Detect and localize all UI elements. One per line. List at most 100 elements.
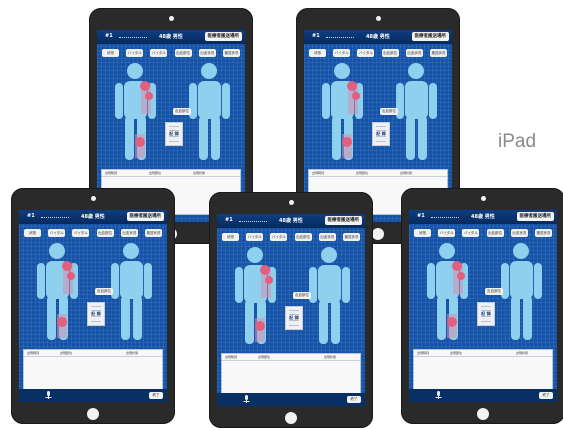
bleeding-marker [67, 272, 75, 280]
tab-button[interactable]: 出血部位 [486, 229, 504, 237]
tab-row: 状態 バイタル バイタル 出血部位 出血状況 搬送状況 [414, 229, 552, 237]
home-button[interactable] [87, 408, 99, 420]
tab-button[interactable]: 搬送状況 [534, 229, 552, 237]
body-figures[interactable]: 出血部位 記 録 [227, 246, 355, 346]
mic-icon[interactable] [243, 395, 250, 404]
home-button[interactable] [477, 408, 489, 420]
bleeding-marker [145, 92, 153, 100]
tab-button[interactable]: バイタル [357, 49, 375, 57]
tab-button[interactable]: 出血部位 [174, 49, 192, 57]
transport-location-button[interactable]: 医療者搬送場所 [324, 216, 362, 225]
tab-button[interactable]: 出血部位 [381, 49, 399, 57]
record-document[interactable]: 記 録 [477, 302, 495, 326]
tab-button[interactable]: バイタル [462, 229, 480, 237]
column-header: 出現部位 [149, 171, 162, 175]
footer-bar: 終了 [409, 389, 557, 402]
tab-button[interactable]: バイタル [270, 233, 288, 241]
tab-button[interactable]: 出血部位 [96, 229, 114, 237]
tab-button[interactable]: 状態 [102, 49, 119, 57]
patient-info: 48歳 男性 [366, 34, 390, 40]
column-header: 出現状態 [193, 171, 206, 175]
bleeding-site-button[interactable]: 出血部位 [95, 288, 113, 295]
mic-icon[interactable] [435, 391, 442, 400]
column-header: 出現状態 [126, 351, 139, 355]
app-header: #1 48歳 男性 医療者搬送場所 [217, 214, 365, 228]
column-header: 出現時刻 [417, 351, 430, 355]
bleeding-marker [255, 321, 265, 331]
transport-location-button[interactable]: 医療者搬送場所 [126, 212, 164, 221]
tab-button[interactable]: バイタル [246, 233, 264, 241]
tab-button[interactable]: 状態 [309, 49, 326, 57]
tab-button[interactable]: 出血状況 [120, 229, 138, 237]
mic-icon[interactable] [45, 391, 52, 400]
bleeding-marker [140, 81, 150, 91]
footer-bar: 終了 [19, 389, 167, 402]
tab-button[interactable]: 状態 [24, 229, 41, 237]
tab-button[interactable]: 出血状況 [405, 49, 423, 57]
tab-button[interactable]: 出血状況 [318, 233, 336, 241]
bleeding-site-button[interactable]: 出血部位 [380, 108, 398, 115]
tab-button[interactable]: バイタル [150, 49, 168, 57]
record-document[interactable]: 記 録 [87, 302, 105, 326]
body-figures[interactable]: 出血部位 記 録 [419, 242, 547, 342]
patient-name-line [326, 37, 354, 38]
back-body-figure [309, 247, 350, 344]
app-header: #1 48歳 男性 医療者搬送場所 [97, 30, 245, 44]
camera-dot [480, 196, 486, 201]
camera-dot [90, 196, 96, 201]
tab-button[interactable]: 出血部位 [294, 233, 312, 241]
body-figures[interactable]: 出血部位 記 録 [29, 242, 157, 342]
home-button[interactable] [372, 228, 384, 240]
finish-button[interactable]: 終了 [539, 392, 553, 399]
body-figures[interactable]: 出血部位 記 録 [107, 62, 235, 162]
tab-button[interactable]: 出血状況 [198, 49, 216, 57]
tab-button[interactable]: 状態 [414, 229, 431, 237]
bleeding-site-button[interactable]: 出血部位 [485, 288, 503, 295]
record-document[interactable]: 記 録 [165, 122, 183, 146]
patient-id: #1 [417, 213, 425, 219]
tab-button[interactable]: 搬送状況 [222, 49, 240, 57]
tab-button[interactable]: 搬送状況 [342, 233, 360, 241]
patient-id: #1 [225, 217, 233, 223]
record-table-header: 出現時刻 出現部位 出現状態 [414, 350, 552, 357]
column-header: 出現時刻 [27, 351, 40, 355]
patient-name-line [431, 217, 459, 218]
tab-button[interactable]: バイタル [72, 229, 90, 237]
home-button[interactable] [285, 412, 297, 424]
finish-button[interactable]: 終了 [149, 392, 163, 399]
app-header: #1 48歳 男性 医療者搬送場所 [409, 210, 557, 224]
platform-label: iPad [498, 131, 537, 152]
column-header: 出現状態 [324, 355, 337, 359]
finish-button[interactable]: 終了 [347, 396, 361, 403]
patient-info: 48歳 男性 [81, 214, 105, 220]
patient-info: 48歳 男性 [159, 34, 183, 40]
record-document[interactable]: 記 録 [285, 306, 303, 330]
record-table-header: 出現時刻 出現部位 出現状態 [102, 170, 240, 177]
patient-name-line [239, 221, 267, 222]
tab-button[interactable]: 出血状況 [510, 229, 528, 237]
bleeding-site-button[interactable]: 出血部位 [173, 108, 191, 115]
app-screen: #1 48歳 男性 医療者搬送場所 状態 バイタル バイタル 出血部位 出血状況 搬送状況 [409, 210, 557, 402]
tab-button[interactable]: バイタル [333, 49, 351, 57]
bleeding-site-button[interactable]: 出血部位 [293, 292, 311, 299]
column-header: 出現状態 [516, 351, 529, 355]
tab-button[interactable]: バイタル [438, 229, 456, 237]
tab-button[interactable]: 状態 [222, 233, 239, 241]
record-document[interactable]: 記 録 [372, 122, 390, 146]
tab-button[interactable]: 搬送状況 [144, 229, 162, 237]
tab-button[interactable]: 搬送状況 [429, 49, 447, 57]
tab-button[interactable]: バイタル [126, 49, 144, 57]
transport-location-button[interactable]: 医療者搬送場所 [516, 212, 554, 221]
tab-row: 状態 バイタル バイタル 出血部位 出血状況 搬送状況 [102, 49, 240, 57]
body-figures[interactable]: 出血部位 記 録 [314, 62, 442, 162]
column-header: 出現部位 [258, 355, 271, 359]
patient-info: 48歳 男性 [471, 214, 495, 220]
transport-location-button[interactable]: 医療者搬送場所 [411, 32, 449, 41]
tab-button[interactable]: バイタル [48, 229, 66, 237]
tab-row: 状態 バイタル バイタル 出血部位 出血状況 搬送状況 [222, 233, 360, 241]
column-header [93, 350, 126, 356]
app-header: #1 48歳 男性 医療者搬送場所 [19, 210, 167, 224]
bleeding-marker [452, 261, 462, 271]
bleeding-marker [347, 81, 357, 91]
transport-location-button[interactable]: 医療者搬送場所 [204, 32, 242, 41]
